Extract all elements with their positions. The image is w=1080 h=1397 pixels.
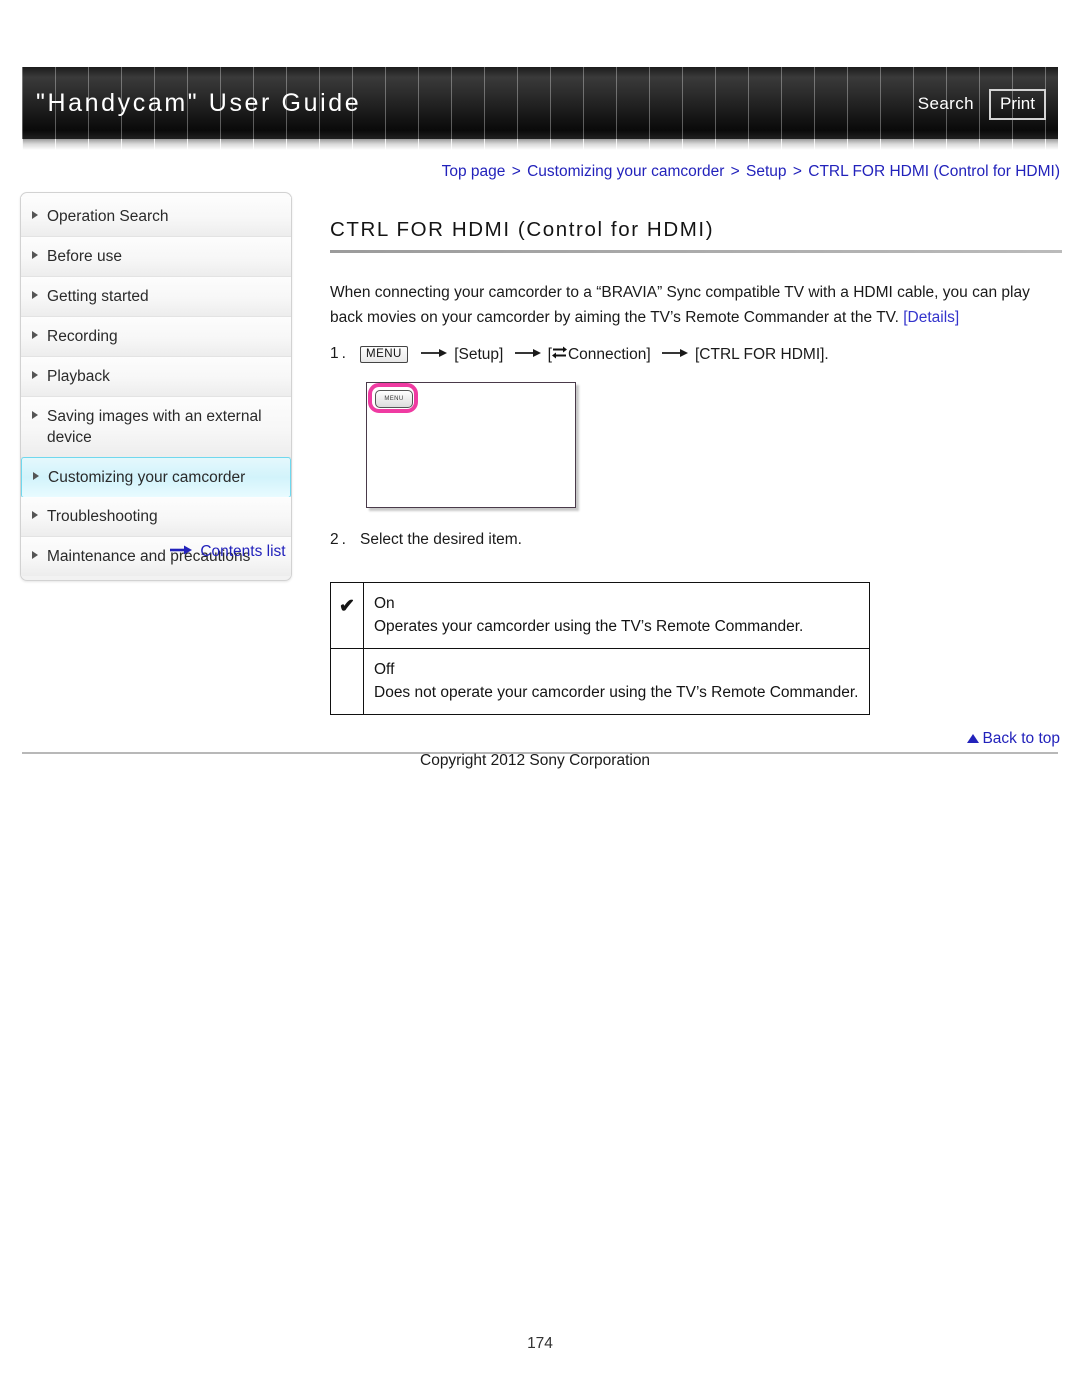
details-link[interactable]: [Details] <box>903 309 959 326</box>
sidebar-item-customizing-your-camcorder[interactable]: Customizing your camcorder <box>21 457 291 498</box>
back-to-top-link[interactable]: Back to top <box>967 730 1060 748</box>
bullet-arrow-icon <box>32 511 38 519</box>
page-number: 174 <box>527 1335 553 1352</box>
intro-paragraph: When connecting your camcorder to a “BRA… <box>330 281 1060 330</box>
step-1: 1. MENU [Setup] [Connection] [CTRL FOR … <box>330 342 1062 368</box>
print-button[interactable]: Print <box>989 89 1046 120</box>
main-content: CTRL FOR HDMI (Control for HDMI) When co… <box>330 218 1062 715</box>
option-check-mark <box>330 648 364 715</box>
right-arrow-icon <box>661 342 688 366</box>
breadcrumb-separator: > <box>730 163 740 180</box>
contents-list-link[interactable]: Contents list <box>170 543 286 561</box>
search-link[interactable]: Search <box>918 94 974 114</box>
menu-button-chip: MENU <box>360 346 408 363</box>
sidebar-item-getting-started[interactable]: Getting started <box>21 277 291 317</box>
option-description: Does not operate your camcorder using th… <box>374 684 859 701</box>
copyright-text: Copyright 2012 Sony Corporation <box>420 752 651 769</box>
bullet-arrow-icon <box>32 331 38 339</box>
breadcrumb-separator: > <box>792 163 802 180</box>
step-2-text: Select the desired item. <box>360 531 522 548</box>
step-2-number: 2. <box>330 531 349 548</box>
sidebar-item-recording[interactable]: Recording <box>21 317 291 357</box>
page-title: CTRL FOR HDMI (Control for HDMI) <box>330 218 715 241</box>
guide-title: "Handycam" User Guide <box>36 89 362 117</box>
step-1-ctrl-for-hdmi-label: [CTRL FOR HDMI]. <box>694 346 829 363</box>
table-row[interactable]: Off Does not operate your camcorder usin… <box>330 648 870 715</box>
screen-menu-button: MENU <box>375 390 413 408</box>
camcorder-screen-illustration: MENU <box>366 382 576 508</box>
back-to-top-label: Back to top <box>982 730 1060 747</box>
option-description: Operates your camcorder using the TV’s R… <box>374 618 804 635</box>
sidebar-item-label: Saving images with an external device <box>47 408 262 446</box>
sidebar-item-saving-images-with-an-external-device[interactable]: Saving images with an external device <box>21 397 291 458</box>
step-1-number: 1. <box>330 345 349 362</box>
right-arrow-icon <box>514 342 541 366</box>
sidebar-item-label: Troubleshooting <box>47 508 158 525</box>
sidebar-item-label: Operation Search <box>47 208 169 225</box>
breadcrumb-item-top-page[interactable]: Top page <box>442 163 506 180</box>
option-cell: Off Does not operate your camcorder usin… <box>363 648 870 715</box>
sidebar-item-label: Before use <box>47 248 122 265</box>
option-name: On <box>374 595 395 612</box>
option-check-mark: ✔ <box>330 582 364 649</box>
right-arrow-icon <box>421 342 448 366</box>
step-1-connection-label: Connection] <box>567 346 651 363</box>
exchange-arrows-icon <box>551 344 567 368</box>
bullet-arrow-icon <box>32 291 38 299</box>
breadcrumb-item-setup[interactable]: Setup <box>746 163 787 180</box>
breadcrumb-separator: > <box>511 163 521 180</box>
breadcrumb-item-current: CTRL FOR HDMI (Control for HDMI) <box>808 163 1060 180</box>
bullet-arrow-icon <box>33 472 39 480</box>
sidebar-item-label: Playback <box>47 368 110 385</box>
right-arrow-icon <box>170 542 192 560</box>
option-cell: On Operates your camcorder using the TV’… <box>363 582 870 649</box>
bullet-arrow-icon <box>32 551 38 559</box>
breadcrumb-item-customizing-your-camcorder[interactable]: Customizing your camcorder <box>527 163 724 180</box>
up-triangle-icon <box>967 734 980 743</box>
sidebar-item-operation-search[interactable]: Operation Search <box>21 197 291 237</box>
sidebar-item-before-use[interactable]: Before use <box>21 237 291 277</box>
table-row[interactable]: ✔ On Operates your camcorder using the T… <box>330 582 870 649</box>
sidebar-item-troubleshooting[interactable]: Troubleshooting <box>21 497 291 537</box>
contents-list-label: Contents list <box>200 543 286 560</box>
sidebar-nav: Operation Search Before use Getting star… <box>20 192 292 581</box>
breadcrumb: Top page > Customizing your camcorder > … <box>442 163 1060 181</box>
title-divider <box>330 250 1062 253</box>
step-1-setup-label: [Setup] <box>454 346 504 363</box>
step-2: 2. Select the desired item. <box>330 528 1062 552</box>
bullet-arrow-icon <box>32 411 38 419</box>
options-table: ✔ On Operates your camcorder using the T… <box>330 582 870 715</box>
option-name: Off <box>374 661 395 678</box>
bullet-arrow-icon <box>32 371 38 379</box>
header-banner: "Handycam" User Guide Search Print <box>22 67 1058 150</box>
bullet-arrow-icon <box>32 211 38 219</box>
sidebar-item-label: Recording <box>47 328 118 345</box>
sidebar-item-label: Getting started <box>47 288 149 305</box>
sidebar-item-label: Customizing your camcorder <box>48 469 246 486</box>
sidebar-item-playback[interactable]: Playback <box>21 357 291 397</box>
step-1-text: MENU [Setup] [ Connection] [CTRL FOR HDM… <box>360 342 829 368</box>
bullet-arrow-icon <box>32 251 38 259</box>
